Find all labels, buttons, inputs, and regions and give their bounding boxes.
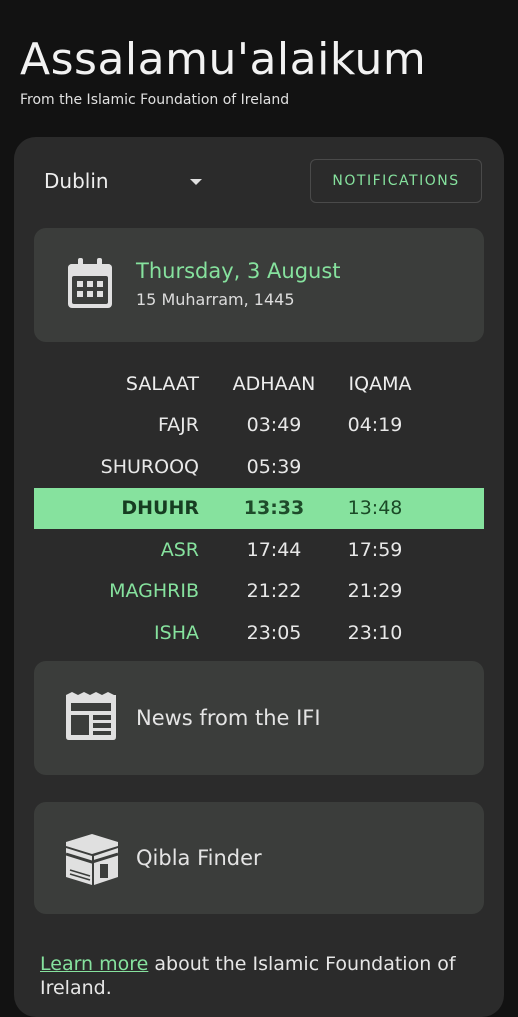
notifications-button[interactable]: NOTIFICATIONS: [310, 159, 482, 203]
qibla-label: Qibla Finder: [136, 846, 262, 870]
page-subtitle: From the Islamic Foundation of Ireland: [20, 92, 290, 108]
newspaper-icon: [66, 692, 116, 740]
prayer-row-asr: ASR 17:44 17:59: [34, 529, 484, 571]
prayer-name: FAJR: [158, 414, 199, 437]
qibla-finder-button[interactable]: Qibla Finder: [34, 802, 484, 914]
iqama-time: 23:10: [347, 621, 403, 644]
kaaba-icon: [65, 834, 119, 885]
prayer-name: MAGHRIB: [109, 580, 199, 603]
adhaan-time: 17:44: [246, 538, 302, 561]
prayer-row-maghrib: MAGHRIB 21:22 21:29: [34, 571, 484, 613]
adhaan-time: 23:05: [246, 621, 302, 644]
prayer-row-shurooq: SHUROOQ 05:39: [34, 446, 484, 488]
table-header-row: SALAAT ADHAAN IQAMA: [34, 363, 484, 405]
prayer-row-fajr: FAJR 03:49 04:19: [34, 405, 484, 447]
city-dropdown[interactable]: Dublin: [44, 169, 206, 197]
header-salaat: SALAAT: [125, 372, 199, 395]
learn-more-text: Learn more about the Islamic Foundation …: [40, 952, 490, 1000]
prayer-name: DHUHR: [121, 497, 199, 520]
gregorian-date: Thursday, 3 August: [136, 259, 341, 283]
adhaan-time: 21:22: [246, 580, 302, 603]
iqama-time: 17:59: [347, 538, 403, 561]
calendar-icon: [68, 258, 112, 308]
city-dropdown-value: Dublin: [44, 169, 109, 193]
iqama-time: 13:48: [347, 497, 403, 520]
adhaan-time: 03:49: [246, 414, 302, 437]
header-adhaan: ADHAAN: [232, 372, 316, 395]
iqama-time: 04:19: [347, 414, 403, 437]
adhaan-time: 13:33: [243, 497, 305, 520]
prayer-name: ISHA: [154, 621, 199, 644]
news-label: News from the IFI: [136, 706, 321, 730]
caret-down-icon: [190, 179, 202, 185]
adhaan-time: 05:39: [246, 455, 302, 478]
news-button[interactable]: News from the IFI: [34, 661, 484, 775]
page-title: Assalamu'alaikum: [20, 34, 427, 85]
header-iqama: IQAMA: [348, 372, 412, 395]
main-card: Dublin NOTIFICATIONS Thursday, 3 August …: [14, 137, 504, 1017]
prayer-name: ASR: [160, 538, 199, 561]
prayer-name: SHUROOQ: [100, 455, 199, 478]
hijri-date: 15 Muharram, 1445: [136, 290, 295, 309]
learn-more-link[interactable]: Learn more: [40, 953, 148, 975]
prayer-row-dhuhr: DHUHR 13:33 13:48: [34, 487, 484, 529]
prayer-times-table: SALAAT ADHAAN IQAMA FAJR 03:49 04:19 SHU…: [34, 363, 484, 654]
prayer-row-isha: ISHA 23:05 23:10: [34, 612, 484, 654]
iqama-time: 21:29: [347, 580, 403, 603]
date-card: Thursday, 3 August 15 Muharram, 1445: [34, 228, 484, 342]
